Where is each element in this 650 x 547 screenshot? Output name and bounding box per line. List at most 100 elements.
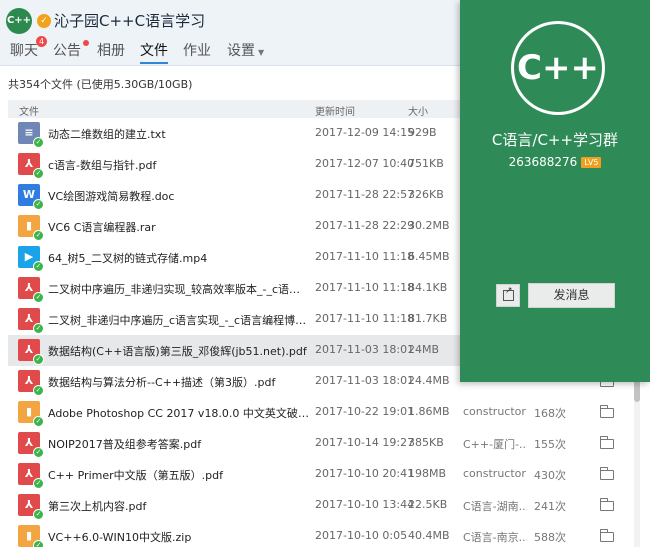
column-updated[interactable]: 更新时间 xyxy=(315,103,355,118)
doc-file-icon: W ✓ xyxy=(18,184,44,210)
group-id: 263688276 xyxy=(508,155,578,169)
tab-announcement[interactable]: 公告 xyxy=(53,40,89,60)
file-size: 30.2MB xyxy=(408,219,450,232)
file-date: 2017-11-10 11:18 xyxy=(315,281,415,294)
open-folder-icon[interactable] xyxy=(600,498,614,511)
open-folder-icon[interactable] xyxy=(600,405,614,418)
tab-settings[interactable]: 设置 ▼ xyxy=(227,40,264,60)
file-downloads: 168次 xyxy=(534,407,566,420)
mp4-file-icon: ▶ ✓ xyxy=(18,246,44,272)
file-date: 2017-11-28 22:29 xyxy=(315,219,415,232)
verified-icon: ✓ xyxy=(37,14,51,28)
send-message-button[interactable]: 发消息 xyxy=(528,283,615,308)
file-date: 2017-11-10 11:18 xyxy=(315,312,415,325)
file-name: 64_树5_二叉树的链式存储.mp4 xyxy=(48,252,208,265)
tab-album[interactable]: 相册 xyxy=(97,40,125,60)
pdf-file-icon: ⅄ ✓ xyxy=(18,339,44,365)
txt-file-icon: ≡ ✓ xyxy=(18,122,44,148)
downloaded-check-icon: ✓ xyxy=(33,323,44,334)
share-button[interactable] xyxy=(496,284,520,307)
file-size: 326KB xyxy=(408,188,444,201)
open-folder-icon[interactable] xyxy=(600,529,614,542)
downloaded-check-icon: ✓ xyxy=(33,354,44,365)
file-name: 二叉树中序遍历_非递归实现_较高效率版本_-_c语言编程博客... xyxy=(48,283,310,296)
pdf-file-icon: ⅄ ✓ xyxy=(18,432,44,458)
caret-down-icon: ▼ xyxy=(258,48,265,57)
file-size: 929B xyxy=(408,126,437,139)
downloaded-check-icon: ✓ xyxy=(33,199,44,210)
file-size: 751KB xyxy=(408,157,444,170)
pdf-file-icon: ⅄ ✓ xyxy=(18,370,44,396)
file-uploader: C++-厦门-... xyxy=(463,438,527,451)
downloaded-check-icon: ✓ xyxy=(33,540,44,547)
pdf-file-icon: ⅄ ✓ xyxy=(18,277,44,303)
pdf-file-icon: ⅄ ✓ xyxy=(18,308,44,334)
file-row[interactable]: ▮ ✓ VC++6.0-WIN10中文版.zip 2017-10-10 0:05 40.… xyxy=(8,521,632,547)
zip-file-icon: ▮ ✓ xyxy=(18,525,44,547)
file-name: 数据结构与算法分析--C++描述（第3版）.pdf xyxy=(48,376,276,389)
file-size: 22.5KB xyxy=(408,498,448,511)
file-date: 2017-10-22 19:01 xyxy=(315,405,415,418)
file-date: 2017-11-10 11:18 xyxy=(315,250,415,263)
file-date: 2017-11-03 18:01 xyxy=(315,374,415,387)
file-size: 24.4MB xyxy=(408,374,450,387)
group-avatar[interactable]: C++ xyxy=(6,8,32,34)
tab-announcement-label: 公告 xyxy=(53,43,81,59)
rar-file-icon: ▮ ✓ xyxy=(18,215,44,241)
pdf-file-icon: ⅄ ✓ xyxy=(18,494,44,520)
file-uploader: C语言-湖南... xyxy=(463,500,527,513)
file-date: 2017-10-10 13:44 xyxy=(315,498,415,511)
card-group-name: C语言/C++学习群 xyxy=(491,131,619,149)
file-size: 84.1KB xyxy=(408,281,448,294)
open-folder-icon[interactable] xyxy=(600,467,614,480)
downloaded-check-icon: ✓ xyxy=(33,447,44,458)
file-size: 1.86MB xyxy=(408,405,450,418)
file-size: 40.4MB xyxy=(408,529,450,542)
file-name: c语言-数组与指针.pdf xyxy=(48,159,157,172)
file-uploader: constructor xyxy=(463,405,526,418)
file-size: 198MB xyxy=(408,467,447,480)
group-logo: C++ xyxy=(511,21,605,115)
file-uploader: C语言-南京... xyxy=(463,531,527,544)
file-size: 385KB xyxy=(408,436,444,449)
file-name: VC绘图游戏简易教程.doc xyxy=(48,190,175,203)
file-date: 2017-11-28 22:57 xyxy=(315,188,415,201)
file-name: NOIP2017普及组参考答案.pdf xyxy=(48,438,202,451)
pdf-file-icon: ⅄ ✓ xyxy=(18,463,44,489)
unread-badge: 4 xyxy=(36,36,47,47)
group-info-card: C++ C语言/C++学习群 263688276LV5 发消息 xyxy=(460,0,650,382)
downloaded-check-icon: ✓ xyxy=(33,292,44,303)
group-title[interactable]: 沁子园C++C语言学习 xyxy=(54,10,205,31)
file-date: 2017-10-14 19:27 xyxy=(315,436,415,449)
card-id-line: 263688276 LV5 xyxy=(460,155,650,169)
downloaded-check-icon: ✓ xyxy=(33,137,44,148)
tab-settings-label: 设置 xyxy=(227,43,255,59)
tab-homework-label: 作业 xyxy=(183,43,211,59)
pdf-file-icon: ⅄ ✓ xyxy=(18,153,44,179)
file-row[interactable]: ⅄ ✓ NOIP2017普及组参考答案.pdf 2017-10-14 19:27 385… xyxy=(8,428,632,459)
file-name: 数据结构(C++语言版)第三版_邓俊辉(jb51.net).pdf xyxy=(48,345,307,358)
file-size: 24MB xyxy=(408,343,440,356)
new-dot-icon xyxy=(83,40,89,46)
tab-homework[interactable]: 作业 xyxy=(183,40,211,60)
open-folder-icon[interactable] xyxy=(600,436,614,449)
file-downloads: 588次 xyxy=(534,531,566,544)
file-row[interactable]: ⅄ ✓ 第三次上机内容.pdf 2017-10-10 13:44 22.5KB C语言-湖… xyxy=(8,490,632,521)
column-size[interactable]: 大小 xyxy=(408,103,428,118)
file-uploader: constructor xyxy=(463,467,526,480)
downloaded-check-icon: ✓ xyxy=(33,509,44,520)
scrollbar-thumb[interactable] xyxy=(634,380,640,402)
column-file[interactable]: 文件 xyxy=(19,103,39,118)
tab-chat[interactable]: 聊天 4 xyxy=(10,36,47,60)
file-row[interactable]: ▮ ✓ Adobe Photoshop CC 2017 v18.0.0 中文英文破解… xyxy=(8,397,632,428)
file-name: VC6 C语言编程器.rar xyxy=(48,221,156,234)
file-downloads: 155次 xyxy=(534,438,566,451)
file-date: 2017-10-10 20:41 xyxy=(315,467,415,480)
tab-files[interactable]: 文件 xyxy=(140,40,168,64)
file-date: 2017-12-09 14:15 xyxy=(315,126,415,139)
file-row[interactable]: ⅄ ✓ C++ Primer中文版（第五版）.pdf 2017-10-10 20:41… xyxy=(8,459,632,490)
downloaded-check-icon: ✓ xyxy=(33,385,44,396)
file-name: VC++6.0-WIN10中文版.zip xyxy=(48,531,192,544)
file-name: 动态二维数组的建立.txt xyxy=(48,128,166,141)
exe-file-icon: ▮ ✓ xyxy=(18,401,44,427)
